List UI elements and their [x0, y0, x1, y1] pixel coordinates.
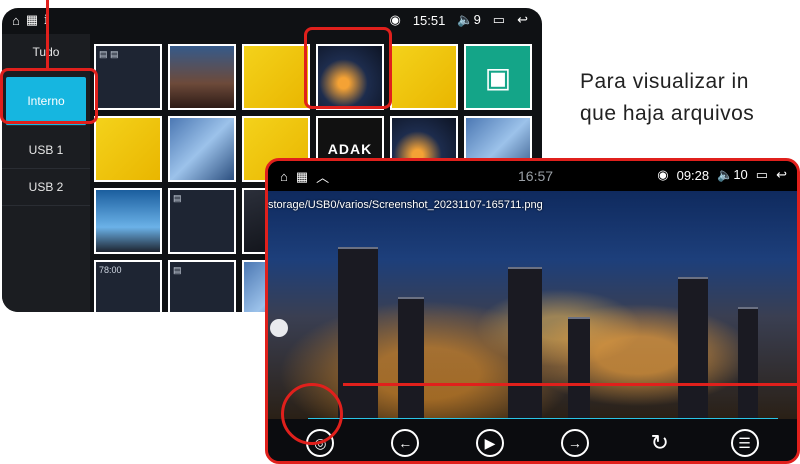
- annotation-text: Para visualizar in que haja arquivos: [580, 66, 754, 130]
- thumbnail[interactable]: 78:00: [94, 260, 162, 312]
- highlight-thumbnail: [304, 27, 392, 109]
- status-time: 09:28: [676, 167, 710, 183]
- highlight-interno: [0, 68, 98, 124]
- image-viewer-window: ⌂ ▦ ︿ 16:57 ◉ 09:28 🔈10 ▭ ↩ storage/USB0…: [265, 158, 800, 464]
- back-icon[interactable]: ↩: [517, 12, 528, 28]
- app-icon: ▦: [295, 168, 309, 184]
- thumbnail[interactable]: ▣: [464, 44, 532, 110]
- thumbnail[interactable]: [242, 44, 310, 110]
- thumbnail[interactable]: [168, 44, 236, 110]
- wifi-icon: ◉: [389, 12, 401, 27]
- volume-icon[interactable]: 🔈9: [457, 12, 480, 28]
- app-icon: ▦: [25, 12, 39, 27]
- viewer-status-bar: ⌂ ▦ ︿ 16:57 ◉ 09:28 🔈10 ▭ ↩: [268, 161, 797, 191]
- window-icon[interactable]: ▭: [756, 167, 768, 183]
- annotation-line-1: Para visualizar in: [580, 70, 749, 93]
- thumbnail[interactable]: [94, 188, 162, 254]
- sidebar-item-usb2[interactable]: USB 2: [2, 169, 90, 206]
- gallery-status-bar: ⌂ ▦ ℹ ◉ 15:51 🔈9 ▭ ↩: [2, 8, 542, 34]
- volume-icon[interactable]: 🔈10: [717, 167, 748, 183]
- side-handle[interactable]: [270, 319, 288, 337]
- window-icon[interactable]: ▭: [493, 12, 505, 28]
- list-icon[interactable]: ☰: [730, 429, 759, 457]
- sidebar-item-usb1[interactable]: USB 1: [2, 132, 90, 169]
- home-icon[interactable]: ⌂: [280, 169, 288, 184]
- prev-icon[interactable]: ←: [391, 429, 420, 457]
- up-chevron-icon[interactable]: ︿: [316, 167, 329, 186]
- thumbnail[interactable]: ▤ ▤: [94, 44, 162, 110]
- play-icon[interactable]: ▶: [476, 429, 505, 457]
- viewer-controls: ◎ ← ▶ → ↻ ☰: [268, 419, 797, 461]
- thumbnail[interactable]: [390, 44, 458, 110]
- file-path-label: storage/USB0/varios/Screenshot_20231107-…: [268, 199, 543, 211]
- thumbnail[interactable]: ▤: [168, 260, 236, 312]
- back-icon[interactable]: ↩: [776, 167, 787, 183]
- pointer-line: [46, 0, 49, 70]
- center-time: 16:57: [518, 168, 554, 184]
- home-icon[interactable]: ⌂: [12, 13, 20, 28]
- highlight-circle: [281, 383, 343, 445]
- rotate-icon[interactable]: ↻: [646, 429, 674, 457]
- thumbnail[interactable]: [168, 116, 236, 182]
- highlight-line: [343, 383, 800, 386]
- wifi-icon: ◉: [657, 167, 669, 182]
- thumbnail[interactable]: ▤: [168, 188, 236, 254]
- status-time: 15:51: [412, 12, 446, 28]
- annotation-line-2: que haja arquivos: [580, 102, 755, 125]
- thumbnail[interactable]: [94, 116, 162, 182]
- next-icon[interactable]: →: [560, 429, 589, 457]
